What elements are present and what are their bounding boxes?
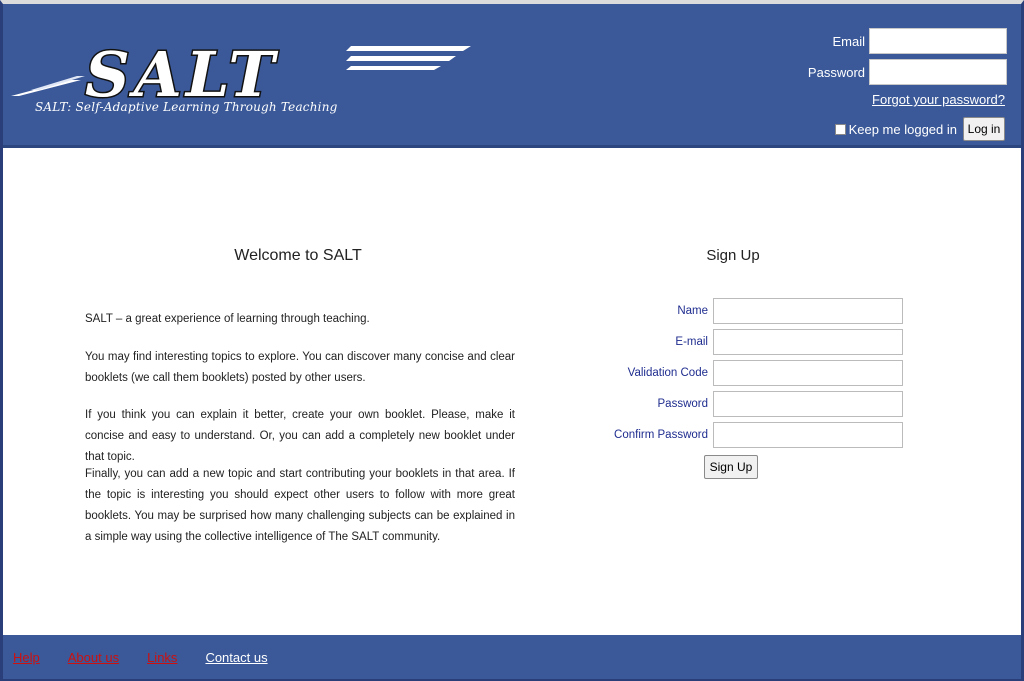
header: SALT SALT: Self-Adaptive Learning Throug… — [3, 4, 1021, 148]
keep-logged-in-row: Keep me logged in Log in — [834, 117, 1005, 141]
forgot-password-link[interactable]: Forgot your password? — [872, 92, 1005, 107]
main-content: Welcome to SALT SALT – a great experienc… — [3, 151, 1021, 635]
keep-logged-in-label: Keep me logged in — [848, 121, 957, 137]
keep-logged-in-checkbox[interactable] — [834, 123, 846, 135]
welcome-paragraph: SALT – a great experience of learning th… — [85, 313, 370, 325]
signup-button[interactable]: Sign Up — [704, 455, 758, 479]
signup-confirm-password-row: Confirm Password — [603, 421, 903, 449]
signup-validation-code-label: Validation Code — [627, 367, 708, 379]
login-button[interactable]: Log in — [963, 117, 1005, 141]
logo-tagline: SALT: Self-Adaptive Learning Through Tea… — [35, 100, 338, 114]
signup-email-label: E-mail — [675, 336, 708, 348]
welcome-paragraph: You may find interesting topics to explo… — [85, 351, 515, 384]
signup-name-label: Name — [677, 305, 708, 317]
signup-password-row: Password — [603, 390, 903, 418]
signup-password-label: Password — [657, 398, 709, 410]
signup-email-row: E-mail — [603, 328, 903, 356]
login-email-input[interactable] — [869, 28, 1007, 54]
footer-link-contact-us[interactable]: Contact us — [205, 650, 267, 665]
footer-link-links[interactable]: Links — [147, 650, 177, 665]
footer-link-help[interactable]: Help — [13, 650, 40, 665]
login-email-row: Email — [832, 28, 1007, 54]
welcome-title: Welcome to SALT — [234, 247, 362, 264]
login-email-label: Email — [832, 33, 865, 49]
login-password-input[interactable] — [869, 59, 1007, 85]
welcome-paragraph: Finally, you can add a new topic and sta… — [85, 468, 515, 543]
login-password-row: Password — [808, 59, 1007, 85]
page: SALT SALT: Self-Adaptive Learning Throug… — [0, 0, 1024, 681]
signup-name-input[interactable] — [713, 298, 903, 324]
signup-confirm-password-input[interactable] — [713, 422, 903, 448]
signup-validation-code-input[interactable] — [713, 360, 903, 386]
signup-title: Sign Up — [706, 247, 760, 264]
signup-name-row: Name — [603, 297, 903, 325]
signup-validation-code-row: Validation Code — [603, 359, 903, 387]
footer: Help About us Links Contact us — [3, 635, 1021, 679]
welcome-paragraph: If you think you can explain it better, … — [85, 409, 515, 463]
logo-speed-lines-left — [11, 76, 85, 96]
signup-email-input[interactable] — [713, 329, 903, 355]
logo-speed-lines-right — [346, 46, 471, 70]
signup-confirm-password-label: Confirm Password — [614, 429, 708, 441]
login-password-label: Password — [807, 64, 865, 80]
footer-link-about-us[interactable]: About us — [68, 650, 119, 665]
signup-password-input[interactable] — [713, 391, 903, 417]
